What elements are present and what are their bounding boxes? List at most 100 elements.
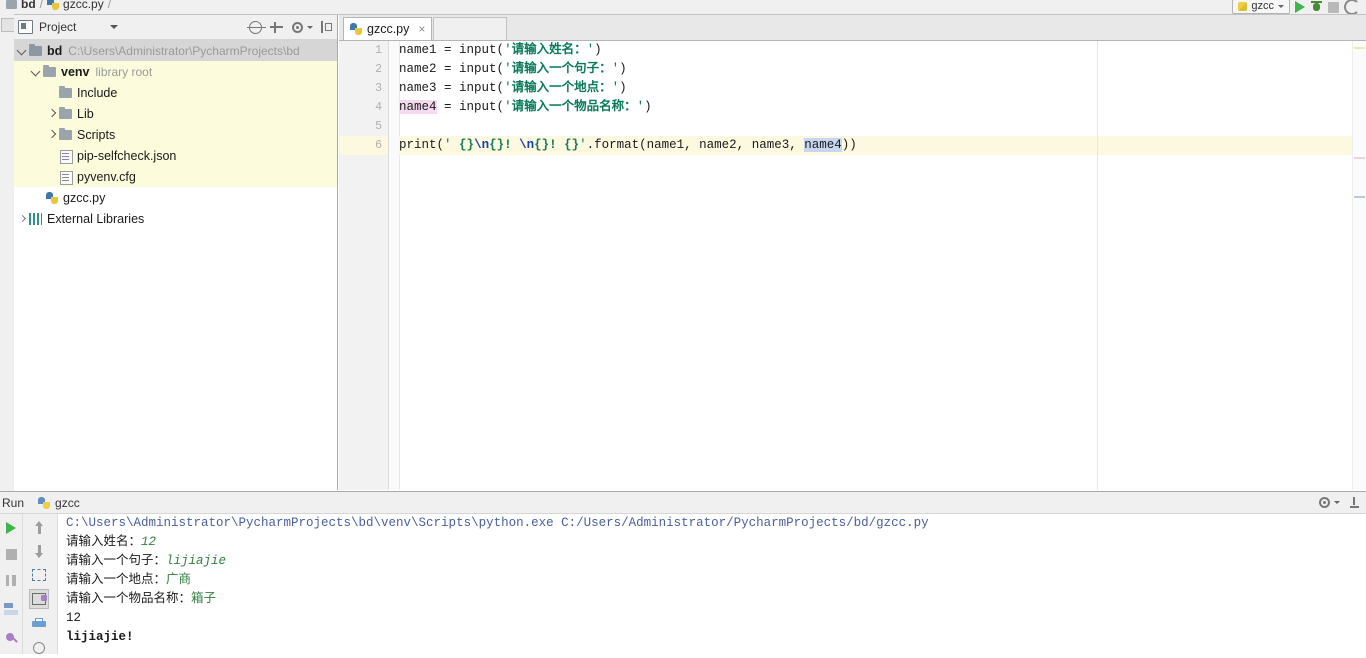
hide-panel-icon[interactable] xyxy=(1349,496,1360,509)
code-line-1[interactable]: name1 = input('请输入姓名：') xyxy=(399,41,1366,60)
line-number: 2 xyxy=(375,63,382,76)
pin-tab-button[interactable] xyxy=(1,627,21,647)
tree-node-venv[interactable]: venv library root xyxy=(14,61,337,82)
down-arrow-button[interactable] xyxy=(29,541,49,561)
hide-panel-icon[interactable] xyxy=(321,21,333,33)
console-prompt-text: 请输入一个句子： xyxy=(66,554,167,568)
folder-icon xyxy=(58,107,73,120)
scroll-to-end-button[interactable] xyxy=(29,589,49,609)
chevron-down-icon[interactable] xyxy=(110,25,119,29)
sidebar-item-project[interactable] xyxy=(1,18,15,32)
show-console-button[interactable] xyxy=(1,599,21,619)
up-arrow-button[interactable] xyxy=(29,517,49,537)
tab-gzcc-py[interactable]: gzcc.py × xyxy=(343,17,433,40)
code-line-4[interactable]: name4 = input('请输入一个物品名称：') xyxy=(399,98,1366,117)
python-file-icon xyxy=(47,0,60,10)
chevron-down-icon[interactable] xyxy=(16,45,28,57)
project-panel-header: Project xyxy=(14,15,337,40)
pause-button[interactable] xyxy=(1,570,21,590)
tree-node-pyvenv-cfg[interactable]: pyvenv.cfg xyxy=(14,166,337,187)
chevron-right-icon[interactable] xyxy=(46,129,58,141)
breadcrumb-file[interactable]: gzcc.py xyxy=(63,0,104,11)
token-string-part: {}! {} xyxy=(534,138,580,152)
stop-icon xyxy=(5,548,17,560)
tab-label: gzcc.py xyxy=(367,22,410,36)
chevron-down-icon[interactable] xyxy=(30,66,42,78)
project-tree[interactable]: bd C:\Users\Administrator\PycharmProject… xyxy=(14,40,337,491)
editor-area: gzcc.py × 1 2 3 4 5 6 name1 = input('请输入… xyxy=(339,15,1366,490)
soft-wrap-button[interactable] xyxy=(29,565,49,585)
search-icon[interactable] xyxy=(1344,0,1360,14)
code-line-3[interactable]: name3 = input('请输入一个地点：') xyxy=(399,79,1366,98)
scrollbar-marker[interactable] xyxy=(1354,196,1365,198)
run-tab-gzcc[interactable]: gzcc xyxy=(38,496,80,510)
breadcrumb: bd / gzcc.py / xyxy=(6,0,111,11)
line-number: 6 xyxy=(375,139,382,152)
run-panel-title: Run xyxy=(2,495,25,510)
run-tool-window: Run gzcc C:\Users\Administrator\PycharmP… xyxy=(0,491,1366,654)
chevron-down-icon[interactable] xyxy=(307,25,313,29)
scroll-from-source-icon[interactable] xyxy=(247,20,266,34)
tree-node-external-libraries[interactable]: External Libraries xyxy=(14,208,337,229)
debug-button[interactable] xyxy=(1310,1,1323,13)
console-command-line: C:\Users\Administrator\PycharmProjects\b… xyxy=(66,516,929,530)
rerun-button[interactable] xyxy=(1,518,21,538)
scrollbar-marker[interactable] xyxy=(1354,47,1365,49)
python-config-icon xyxy=(1238,1,1248,11)
gear-icon[interactable] xyxy=(291,21,304,34)
run-panel-body: C:\Users\Administrator\PycharmProjects\b… xyxy=(0,514,1366,654)
tree-node-pip-selfcheck-json[interactable]: pip-selfcheck.json xyxy=(14,145,337,166)
soft-wrap-icon xyxy=(32,569,46,581)
token-function: print xyxy=(399,138,437,152)
scrollbar-marker[interactable] xyxy=(1354,157,1365,159)
pycharm-window: bd / gzcc.py / gzcc Project bd C:\Users\… xyxy=(0,0,1366,654)
gear-icon[interactable] xyxy=(1318,496,1331,509)
token-escape: \n xyxy=(474,138,490,152)
run-configuration-selector[interactable]: gzcc xyxy=(1232,0,1290,14)
tree-node-gzcc-py[interactable]: gzcc.py xyxy=(14,187,337,208)
stop-button[interactable] xyxy=(1328,1,1339,13)
line-number-gutter[interactable]: 1 2 3 4 5 6 xyxy=(339,41,389,490)
tree-node-scripts[interactable]: Scripts xyxy=(14,124,337,145)
tree-node-lib[interactable]: Lib xyxy=(14,103,337,124)
run-button[interactable] xyxy=(1295,1,1305,13)
code-line-6[interactable]: print(' {}\n{}! \n{}! {}'.format(name1, … xyxy=(399,136,1366,155)
project-tool-window: Project bd C:\Users\Administrator\Pychar… xyxy=(14,15,338,491)
console-user-input: 箱子 xyxy=(191,592,217,606)
stop-button[interactable] xyxy=(1,544,21,564)
code-lines[interactable]: name1 = input('请输入姓名：') name2 = input('请… xyxy=(399,41,1366,490)
code-line-5[interactable] xyxy=(399,117,1366,136)
breadcrumb-project[interactable]: bd xyxy=(21,0,36,11)
main-toolbar-right: gzcc xyxy=(1232,0,1366,14)
console-output-line-1: 12 xyxy=(66,611,82,625)
token-variable: name2 xyxy=(399,62,437,76)
tree-node-label: pip-selfcheck.json xyxy=(77,148,177,163)
project-panel-title[interactable]: Project xyxy=(39,20,76,34)
chevron-right-icon[interactable] xyxy=(46,108,58,120)
token-string-part: {} xyxy=(451,138,475,152)
console-line-prompt-4: 请输入一个物品名称：箱子 xyxy=(66,590,1366,609)
token-operator: = xyxy=(436,62,460,76)
token-operator: = xyxy=(436,81,460,95)
run-console-output[interactable]: C:\Users\Administrator\PycharmProjects\b… xyxy=(58,514,1366,654)
tree-node-label: gzcc.py xyxy=(63,190,106,205)
folder-icon xyxy=(58,86,73,99)
code-line-2[interactable]: name2 = input('请输入一个句子：') xyxy=(399,60,1366,79)
print-button[interactable] xyxy=(29,614,49,634)
token-variable-highlighted: name4 xyxy=(399,100,437,114)
chevron-down-icon[interactable] xyxy=(1334,501,1340,504)
chevron-right-icon[interactable] xyxy=(16,213,28,225)
tree-node-bd[interactable]: bd C:\Users\Administrator\PycharmProject… xyxy=(14,40,337,61)
tree-node-include[interactable]: Include xyxy=(14,82,337,103)
clear-all-button[interactable] xyxy=(29,638,49,658)
console-user-input: 广商 xyxy=(166,573,192,587)
code-editor[interactable]: 1 2 3 4 5 6 name1 = input('请输入姓名：') name… xyxy=(339,41,1366,490)
pause-icon xyxy=(6,574,16,586)
close-icon[interactable]: × xyxy=(418,22,425,36)
collapse-all-icon[interactable] xyxy=(270,21,283,34)
editor-scrollbar[interactable] xyxy=(1352,41,1366,490)
editor-tab-placeholder xyxy=(433,17,507,40)
clear-icon xyxy=(33,642,45,654)
token-function: input xyxy=(459,81,497,95)
scroll-end-icon xyxy=(32,593,47,605)
